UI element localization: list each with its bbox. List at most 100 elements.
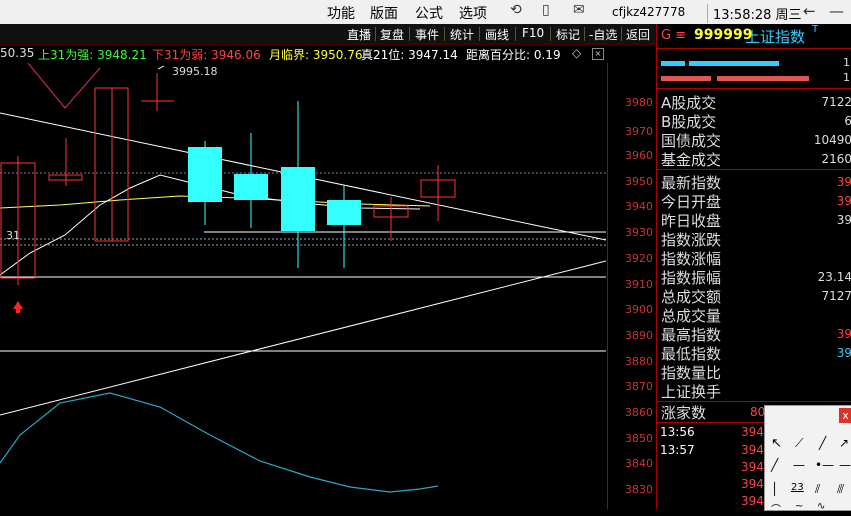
- row-turnover-value: 7127: [821, 289, 851, 303]
- row-prev-close-label: 昨日收盘: [661, 212, 722, 230]
- menu-layout[interactable]: 版面: [370, 3, 398, 23]
- row-open-value: 39: [836, 194, 851, 208]
- y-tick: 3850: [625, 432, 653, 445]
- tick-value: 394: [741, 443, 764, 457]
- y-tick: 3870: [625, 380, 653, 393]
- diamond-icon[interactable]: ◇: [572, 46, 581, 60]
- replay-button[interactable]: 复盘: [380, 26, 404, 43]
- live-button[interactable]: 直播: [347, 26, 371, 43]
- draw-line-button[interactable]: 画线: [485, 26, 509, 43]
- y-tick: 3970: [625, 125, 653, 138]
- rise-count-value: 80: [750, 405, 766, 419]
- index-mark: T: [812, 24, 819, 35]
- self-select-button[interactable]: -自选: [589, 26, 617, 43]
- info-fragment: 50.35: [0, 46, 35, 60]
- high-marker: [157, 65, 165, 70]
- candlestick-chart[interactable]: 3995.18 31: [0, 63, 606, 509]
- row-volume-ratio-label: 指数量比: [661, 364, 722, 382]
- y-tick: 3950: [625, 175, 653, 188]
- candle[interactable]: [234, 174, 268, 200]
- row-latest-label: 最新指数: [661, 174, 722, 192]
- bar-num-1: 1: [843, 56, 850, 69]
- indicator-info-bar: 50.35 上31为强: 3948.21 下31为弱: 3946.06 月临界:…: [0, 45, 606, 63]
- ray-tool-icon[interactable]: ↗: [839, 436, 849, 450]
- minimize-icon[interactable]: —: [829, 2, 844, 20]
- drawing-tools-palette[interactable]: x ↖ ⟋ ╱ ↗ ╱ — •— — │ 23 ⫽ ⫻ ⌒ ~ ∿: [764, 405, 851, 516]
- wave-tool-icon[interactable]: ∿: [817, 501, 825, 512]
- horizontal-segment-icon[interactable]: •—: [815, 458, 834, 472]
- parallel-lines-icon[interactable]: ⫽: [815, 482, 820, 497]
- cursor-tool-icon[interactable]: ↖: [771, 436, 782, 451]
- y-tick: 3920: [625, 252, 653, 265]
- row-change-pct-label: 指数涨幅: [661, 250, 722, 268]
- f10-button[interactable]: F10: [522, 26, 544, 40]
- row-fund-value: 2160: [821, 152, 851, 166]
- palette-close-button[interactable]: x: [839, 408, 851, 423]
- back-icon[interactable]: ←: [803, 2, 816, 20]
- row-amplitude-label: 指数振幅: [661, 269, 722, 287]
- statistics-button[interactable]: 统计: [450, 26, 474, 43]
- row-amplitude-value: 23.14: [817, 270, 851, 284]
- row-high-label: 最高指数: [661, 326, 722, 344]
- index-name[interactable]: 上证指数: [745, 26, 805, 47]
- y-tick: 3930: [625, 226, 653, 239]
- row-bond-label: 国债成交: [661, 132, 722, 150]
- row-high-value: 39: [836, 327, 851, 341]
- y-tick: 3910: [625, 278, 653, 291]
- row-turnover-label: 总成交额: [661, 288, 722, 306]
- return-button[interactable]: 返回: [626, 26, 650, 43]
- y-tick: 3840: [625, 457, 653, 470]
- down31-value: 下31为弱: 3946.06: [152, 48, 261, 62]
- up31-value: 上31为强: 3948.21: [38, 48, 147, 62]
- tick-value: 394: [741, 477, 764, 491]
- horizontal-line-icon[interactable]: —: [793, 458, 805, 472]
- tick-value: 394: [741, 425, 764, 439]
- row-low-value: 39: [836, 346, 851, 360]
- row-open-label: 今日开盘: [661, 193, 722, 211]
- y-tick: 3880: [625, 355, 653, 368]
- events-button[interactable]: 事件: [415, 26, 439, 43]
- true21-value: 真21位: 3947.14: [361, 48, 458, 62]
- row-bond-value: 10490: [813, 133, 851, 147]
- mark-button[interactable]: 标记: [556, 26, 580, 43]
- row-b-share-value: 6: [844, 114, 851, 128]
- high-annotation: 3995.18: [172, 65, 218, 78]
- account-name[interactable]: cfjkz427778: [612, 5, 685, 19]
- candle[interactable]: [327, 200, 361, 225]
- index-code: 999999: [694, 27, 753, 43]
- bar-num-2: 1: [843, 71, 850, 84]
- tick-value: 394: [741, 460, 764, 474]
- close-box-icon[interactable]: ×: [592, 48, 604, 60]
- y-tick: 3900: [625, 303, 653, 316]
- message-icon[interactable]: ✉: [573, 2, 585, 18]
- candle[interactable]: [281, 167, 315, 231]
- diagonal-tool-icon[interactable]: ╱: [771, 458, 778, 472]
- segment-tool-icon[interactable]: ⟋: [795, 436, 803, 451]
- refresh-icon[interactable]: ⟲: [510, 2, 522, 18]
- y-tick: 3890: [625, 329, 653, 342]
- row-low-label: 最低指数: [661, 345, 722, 363]
- row-volume-label: 总成交量: [661, 307, 722, 325]
- marker-31: 31: [6, 229, 20, 242]
- menu-options[interactable]: 选项: [459, 3, 487, 23]
- menu-function[interactable]: 功能: [327, 3, 355, 23]
- row-turnover-rate-label: 上证换手: [661, 383, 722, 401]
- chart-toolbar: 直播 复盘 事件 统计 画线 F10 标记 -自选 返回: [0, 24, 656, 45]
- channel-tool-icon[interactable]: ⫻: [837, 482, 844, 497]
- vertical-line-icon[interactable]: │: [771, 482, 778, 496]
- line-tool-icon[interactable]: ╱: [819, 436, 826, 450]
- horizontal-ray-icon[interactable]: —: [839, 458, 851, 472]
- title-bar: 功能 版面 公式 选项 ⟲ ▯ ✉ cfjkz427778 13:58:28 周…: [0, 0, 851, 24]
- row-prev-close-value: 39: [836, 213, 851, 227]
- phone-icon[interactable]: ▯: [542, 2, 550, 18]
- candle[interactable]: [188, 147, 222, 202]
- row-change-label: 指数涨跌: [661, 231, 722, 249]
- menu-formula[interactable]: 公式: [415, 3, 443, 23]
- curve-tool-icon[interactable]: ~: [795, 501, 803, 512]
- text-tool-icon[interactable]: 23: [791, 482, 804, 493]
- rise-count-label: 涨家数: [661, 404, 707, 422]
- uptrend-line[interactable]: [0, 260, 606, 416]
- up-arrow-icon: [13, 301, 23, 313]
- distance-percent: 距离百分比: 0.19: [466, 48, 561, 62]
- tick-value: 394: [741, 494, 764, 508]
